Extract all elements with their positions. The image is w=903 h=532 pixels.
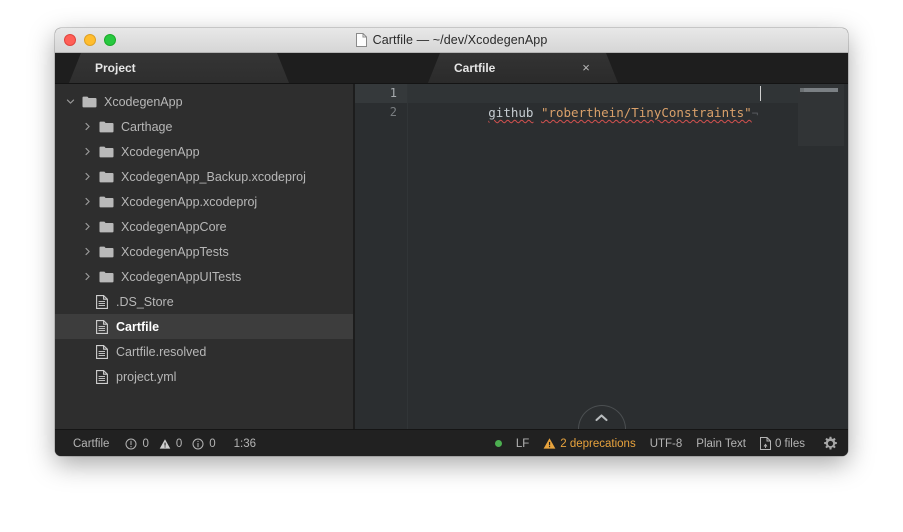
status-bar: Cartfile 0 0 0 1:36 LF 2 deprecations UT… (55, 429, 848, 456)
tree-row-label: XcodegenApp (121, 144, 200, 159)
folder-icon (99, 244, 114, 259)
gear-icon[interactable] (823, 436, 838, 451)
status-line-ending[interactable]: LF (516, 438, 529, 450)
minimize-window-button[interactable] (84, 34, 96, 46)
folder-icon (99, 169, 114, 184)
tree-row[interactable]: XcodegenApp (55, 139, 353, 164)
editor-minimap[interactable] (798, 84, 848, 146)
status-file-type[interactable]: Plain Text (696, 438, 746, 450)
file-icon (94, 294, 109, 309)
chevron-right-icon[interactable] (80, 172, 94, 181)
window-body: XcodegenApp Carthage XcodegenApp XcodegenAp… (55, 84, 848, 429)
status-deprecations-label: 2 deprecations (560, 437, 636, 450)
chevron-right-icon[interactable] (80, 147, 94, 156)
minimap-scrollbar[interactable] (844, 84, 848, 146)
tree-row[interactable]: Cartfile (55, 314, 353, 339)
status-sync-indicator (494, 440, 502, 447)
code-line-1[interactable]: github "roberthein/TinyConstraints"¬ (408, 84, 848, 120)
tree-row[interactable]: Cartfile.resolved (55, 339, 353, 364)
tree-row[interactable]: XcodegenApp (55, 89, 353, 114)
tree-row[interactable]: XcodegenApp.xcodeproj (55, 189, 353, 214)
tree-row-label: XcodegenAppUITests (121, 269, 242, 284)
status-encoding[interactable]: UTF-8 (650, 438, 683, 450)
window-titlebar: Cartfile — ~/dev/XcodegenApp (55, 28, 848, 53)
info-icon (192, 438, 204, 450)
status-info-count-group[interactable]: 0 (192, 437, 216, 450)
status-bar-left: Cartfile 0 0 0 1:36 (73, 438, 256, 450)
traffic-lights (64, 34, 116, 46)
folder-icon (99, 219, 114, 234)
maximize-window-button[interactable] (104, 34, 116, 46)
tree-row-label: XcodegenApp_Backup.xcodeproj (121, 169, 306, 184)
status-info-count: 0 (209, 437, 216, 450)
tree-row-label: Cartfile (116, 319, 160, 334)
file-icon (94, 369, 109, 384)
status-files-group[interactable]: 0 files (759, 437, 805, 450)
close-icon[interactable]: × (580, 61, 592, 74)
status-error-count-group[interactable]: 0 (125, 437, 149, 450)
minimap-code-mark (804, 88, 838, 92)
tree-row[interactable]: XcodegenAppUITests (55, 264, 353, 289)
status-bar-right: LF 2 deprecations UTF-8 Plain Text 0 fil… (494, 436, 838, 451)
tab-cartfile[interactable]: Cartfile × (428, 53, 618, 83)
tree-row-label: XcodegenAppCore (121, 219, 227, 234)
tab-project-label: Project (95, 61, 136, 75)
status-files-label: 0 files (774, 437, 805, 450)
tree-row[interactable]: XcodegenAppCore (55, 214, 353, 239)
tree-row-label: .DS_Store (116, 294, 174, 309)
chevron-right-icon[interactable] (80, 272, 94, 281)
tree-row-label: Carthage (121, 119, 173, 134)
line-number-gutter: 1 2 (355, 84, 408, 429)
tree-row-label: XcodegenApp.xcodeproj (121, 194, 258, 209)
folder-icon (99, 119, 114, 134)
tree-row[interactable]: .DS_Store (55, 289, 353, 314)
status-deprecations[interactable]: 2 deprecations (543, 437, 636, 450)
tree-row-label: XcodegenAppTests (121, 244, 229, 259)
folder-icon (99, 194, 114, 209)
file-icon (94, 344, 109, 359)
project-tree[interactable]: XcodegenApp Carthage XcodegenApp XcodegenAp… (55, 84, 353, 429)
file-upload-icon (759, 437, 771, 450)
chevron-right-icon[interactable] (80, 222, 94, 231)
code-line-2[interactable] (408, 103, 848, 122)
file-icon (94, 319, 109, 334)
text-caret (760, 86, 761, 101)
status-caret-position[interactable]: 1:36 (234, 438, 256, 450)
tree-row-label: project.yml (116, 369, 177, 384)
document-icon (355, 33, 367, 47)
chevron-right-icon[interactable] (80, 197, 94, 206)
tab-project[interactable]: Project (69, 53, 289, 83)
code-editor[interactable]: 1 2 github "roberthein/TinyConstraints"¬ (355, 84, 848, 429)
folder-icon (99, 269, 114, 284)
status-error-count: 0 (142, 437, 149, 450)
warning-triangle-icon (543, 437, 556, 450)
line-number: 2 (389, 105, 397, 119)
code-area[interactable]: github "roberthein/TinyConstraints"¬ (408, 84, 848, 429)
line-number: 1 (355, 84, 407, 103)
chevron-right-icon[interactable] (80, 247, 94, 256)
close-window-button[interactable] (64, 34, 76, 46)
tab-strip: Project Cartfile × (55, 53, 848, 84)
tab-cartfile-label: Cartfile (454, 61, 496, 75)
error-icon (125, 438, 137, 450)
chevron-right-icon[interactable] (80, 122, 94, 131)
tree-row[interactable]: Carthage (55, 114, 353, 139)
tree-row-label: Cartfile.resolved (116, 344, 207, 359)
green-dot-icon (494, 440, 502, 447)
application-window: Cartfile — ~/dev/XcodegenApp Project Car… (55, 28, 848, 456)
warning-triangle-icon (159, 438, 171, 450)
status-warning-count: 0 (175, 437, 183, 450)
chevron-down-icon[interactable] (63, 97, 77, 106)
window-title: Cartfile — ~/dev/XcodegenApp (372, 33, 548, 47)
tree-row[interactable]: XcodegenAppTests (55, 239, 353, 264)
tree-row[interactable]: XcodegenApp_Backup.xcodeproj (55, 164, 353, 189)
tree-row[interactable]: project.yml (55, 364, 353, 389)
folder-icon (99, 144, 114, 159)
chevron-up-icon (595, 413, 608, 422)
status-warning-count-group[interactable]: 0 (159, 438, 182, 450)
status-filename: Cartfile (73, 437, 110, 450)
tree-row-label: XcodegenApp (104, 94, 183, 109)
folder-icon (82, 94, 97, 109)
window-title-group: Cartfile — ~/dev/XcodegenApp (55, 33, 848, 47)
